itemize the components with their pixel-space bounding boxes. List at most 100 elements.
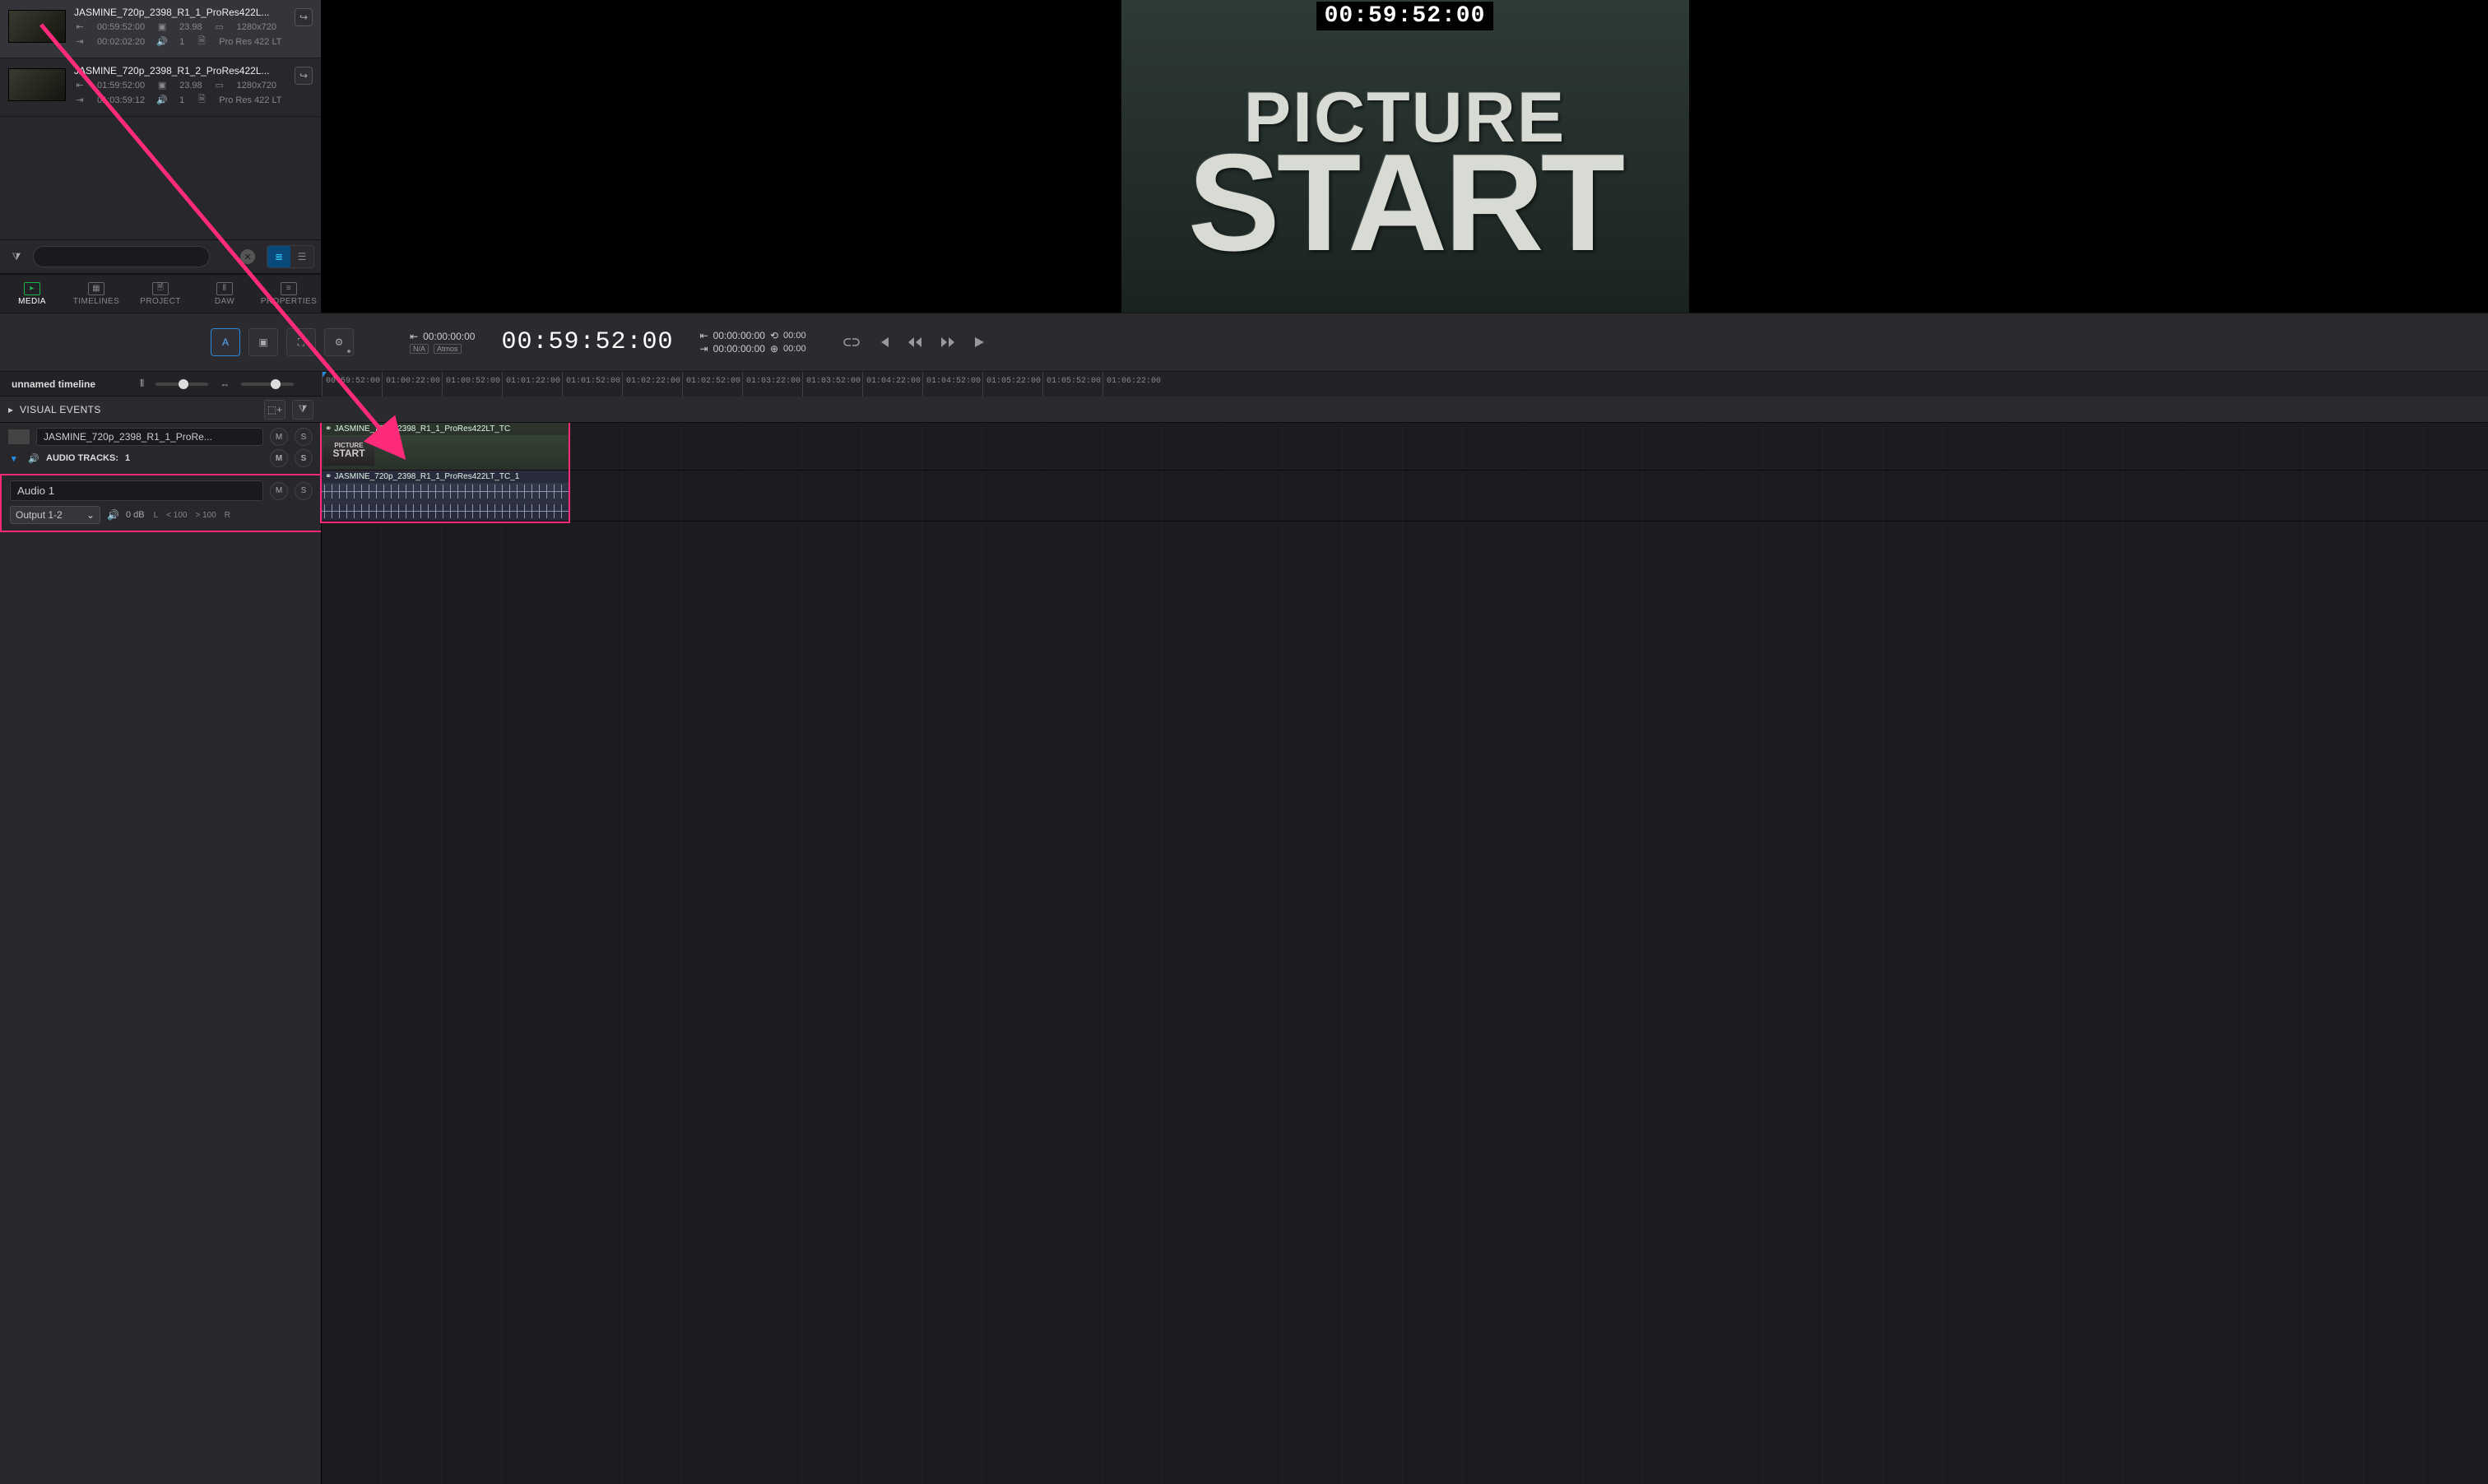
- camera-icon: ▣: [156, 80, 168, 90]
- audio-clip[interactable]: ⚭JASMINE_720p_2398_R1_1_ProRes422LT_TC_1: [322, 471, 569, 521]
- audio-clip-label: JASMINE_720p_2398_R1_1_ProRes422LT_TC_1: [334, 472, 519, 481]
- tracks-area: M S ▾ 🔊 AUDIO TRACKS: 1 M S M: [0, 423, 2488, 1484]
- ruler-tick: 01:04:22:00: [862, 372, 921, 397]
- clip-audio-ch: 1: [179, 95, 184, 105]
- horizontal-zoom-slider[interactable]: [241, 383, 294, 386]
- clip-duration: 01:03:59:12: [97, 95, 145, 105]
- audio-tracks-count: 1: [125, 453, 130, 463]
- in-timecode[interactable]: 00:00:00:00: [423, 331, 475, 342]
- tab-project[interactable]: 🗎PROJECT: [128, 275, 193, 313]
- burn-in-timecode: 00:59:52:00: [1316, 2, 1494, 30]
- tool-a-button[interactable]: A: [211, 328, 240, 356]
- clip-thumbnail: PICTURESTART: [323, 436, 374, 466]
- range-in-tc[interactable]: 00:00:00:00: [713, 330, 765, 341]
- output-select[interactable]: Output 1-2⌄: [10, 506, 100, 524]
- tab-timelines[interactable]: ▦TIMELINES: [64, 275, 128, 313]
- viewer[interactable]: 00:59:52:00 PICTURE START: [322, 0, 2488, 313]
- video-lane[interactable]: ⚭JASMINE_720p_2398_R1_1_ProRes422LT_TC P…: [322, 423, 2488, 471]
- link-button[interactable]: [842, 336, 861, 349]
- detail-view-button[interactable]: ☰: [290, 246, 313, 267]
- gain-display[interactable]: 0 dB: [126, 510, 145, 520]
- range-out-tc[interactable]: 00:00:00:00: [713, 343, 765, 355]
- go-to-start-button[interactable]: [877, 336, 890, 349]
- vertical-zoom-slider[interactable]: [156, 383, 208, 386]
- in-icon: ⇤: [410, 331, 418, 342]
- in-point-icon: ⇤: [74, 21, 86, 32]
- video-clip[interactable]: ⚭JASMINE_720p_2398_R1_1_ProRes422LT_TC P…: [322, 423, 569, 470]
- audio-track-header[interactable]: M S Output 1-2⌄ 🔊 0 dB L< 100 > 100R: [0, 474, 321, 532]
- expand-audio-tracks[interactable]: ▾: [12, 453, 21, 464]
- tab-label: PROJECT: [140, 297, 180, 306]
- duration-icon: ⇥: [74, 36, 86, 47]
- panel-tabs: ▸MEDIA ▦TIMELINES 🗎PROJECT ⦀DAW ≡PROPERT…: [0, 274, 321, 313]
- range-block: ⇤00:00:00:00 ⟲00:00 ⇥00:00:00:00 ⊕00:00: [700, 330, 806, 355]
- video-solo-button[interactable]: S: [295, 428, 313, 446]
- filter-events-button[interactable]: ⧩: [292, 400, 313, 420]
- ruler-tick: 01:01:52:00: [562, 372, 620, 397]
- clip-resolution: 1280x720: [237, 81, 276, 90]
- audio-group-solo[interactable]: S: [295, 449, 313, 467]
- popout-button[interactable]: ↪: [295, 8, 313, 26]
- clip-name: JASMINE_720p_2398_R1_2_ProRes422L...: [74, 65, 313, 77]
- speaker-icon: 🔊: [28, 453, 39, 464]
- audio-group-mute[interactable]: M: [270, 449, 288, 467]
- forward-button[interactable]: [940, 336, 956, 349]
- audio-icon: 🔊: [156, 36, 168, 47]
- list-view-button[interactable]: ≣: [267, 246, 290, 267]
- audio-solo-button[interactable]: S: [295, 482, 313, 500]
- ruler-tick: 01:01:22:00: [502, 372, 560, 397]
- main-timecode[interactable]: 00:59:52:00: [486, 328, 688, 356]
- range-out-icon: ⇥: [700, 343, 708, 355]
- tab-properties[interactable]: ≡PROPERTIES: [257, 275, 321, 313]
- rewind-button[interactable]: [907, 336, 923, 349]
- popout-button[interactable]: ↪: [295, 67, 313, 85]
- clip-list: JASMINE_720p_2398_R1_1_ProRes422L... ⇤00…: [0, 0, 321, 117]
- add-event-button[interactable]: ⬚+: [264, 400, 285, 420]
- audio-track-name[interactable]: [10, 480, 263, 501]
- link-icon: ⚭: [325, 472, 332, 481]
- audio-tracks-label: AUDIO TRACKS:: [46, 453, 118, 463]
- video-track-header[interactable]: M S ▾ 🔊 AUDIO TRACKS: 1 M S: [0, 423, 321, 475]
- search-input[interactable]: [33, 246, 210, 267]
- clip-codec: Pro Res 422 LT: [219, 95, 281, 105]
- track-lanes[interactable]: ⚭JASMINE_720p_2398_R1_1_ProRes422LT_TC P…: [322, 423, 2488, 1484]
- tab-daw[interactable]: ⦀DAW: [193, 275, 257, 313]
- tab-media[interactable]: ▸MEDIA: [0, 275, 64, 313]
- audio-mute-button[interactable]: M: [270, 482, 288, 500]
- tool-insert-button[interactable]: ▣: [248, 328, 278, 356]
- time-ruler[interactable]: 00:59:52:0001:00:22:0001:00:52:0001:01:2…: [322, 372, 2488, 397]
- track-headers: M S ▾ 🔊 AUDIO TRACKS: 1 M S M: [0, 423, 322, 1484]
- visual-events-row: ▸ VISUAL EVENTS ⬚+ ⧩: [0, 397, 2488, 423]
- ruler-tick: 01:03:22:00: [742, 372, 801, 397]
- ruler-tick: 01:05:52:00: [1042, 372, 1101, 397]
- clip-thumbnail[interactable]: [8, 68, 66, 101]
- ruler-tick: 01:02:22:00: [622, 372, 680, 397]
- tool-crop-button[interactable]: ⛶: [286, 328, 316, 356]
- clip-start-tc: 01:59:52:00: [97, 81, 145, 90]
- pan-display[interactable]: L< 100 > 100R: [151, 510, 233, 521]
- video-track-name[interactable]: [36, 428, 263, 446]
- in-out-block: ⇤00:00:00:00 N/AAtmos: [410, 331, 475, 354]
- tab-label: DAW: [215, 297, 234, 306]
- playback-controls: [842, 336, 986, 349]
- audio-lane[interactable]: ⚭JASMINE_720p_2398_R1_1_ProRes422LT_TC_1: [322, 471, 2488, 522]
- timeline-name[interactable]: unnamed timeline: [0, 378, 140, 390]
- duration-icon: ⇥: [74, 95, 86, 105]
- disclosure-triangle[interactable]: ▸: [8, 404, 13, 415]
- range-in-icon: ⇤: [700, 330, 708, 341]
- filter-icon[interactable]: ⧩: [7, 251, 26, 263]
- clear-search-button[interactable]: ✕: [240, 249, 255, 264]
- ruler-tick: 01:06:22:00: [1102, 372, 1161, 397]
- speaker-icon[interactable]: 🔊: [107, 509, 119, 521]
- camera-icon: ▣: [156, 21, 168, 32]
- clip-fps: 23.98: [179, 81, 202, 90]
- codec-icon: 🗎: [196, 34, 207, 49]
- play-button[interactable]: [972, 336, 986, 349]
- video-mute-button[interactable]: M: [270, 428, 288, 446]
- tab-label: MEDIA: [18, 297, 46, 306]
- clip-thumbnail[interactable]: [8, 10, 66, 43]
- visual-events-label: VISUAL EVENTS: [20, 404, 258, 415]
- clip-row[interactable]: JASMINE_720p_2398_R1_2_ProRes422L... ⇤01…: [0, 58, 321, 117]
- tool-settings-button[interactable]: ⚙: [324, 328, 354, 356]
- clip-row[interactable]: JASMINE_720p_2398_R1_1_ProRes422L... ⇤00…: [0, 0, 321, 58]
